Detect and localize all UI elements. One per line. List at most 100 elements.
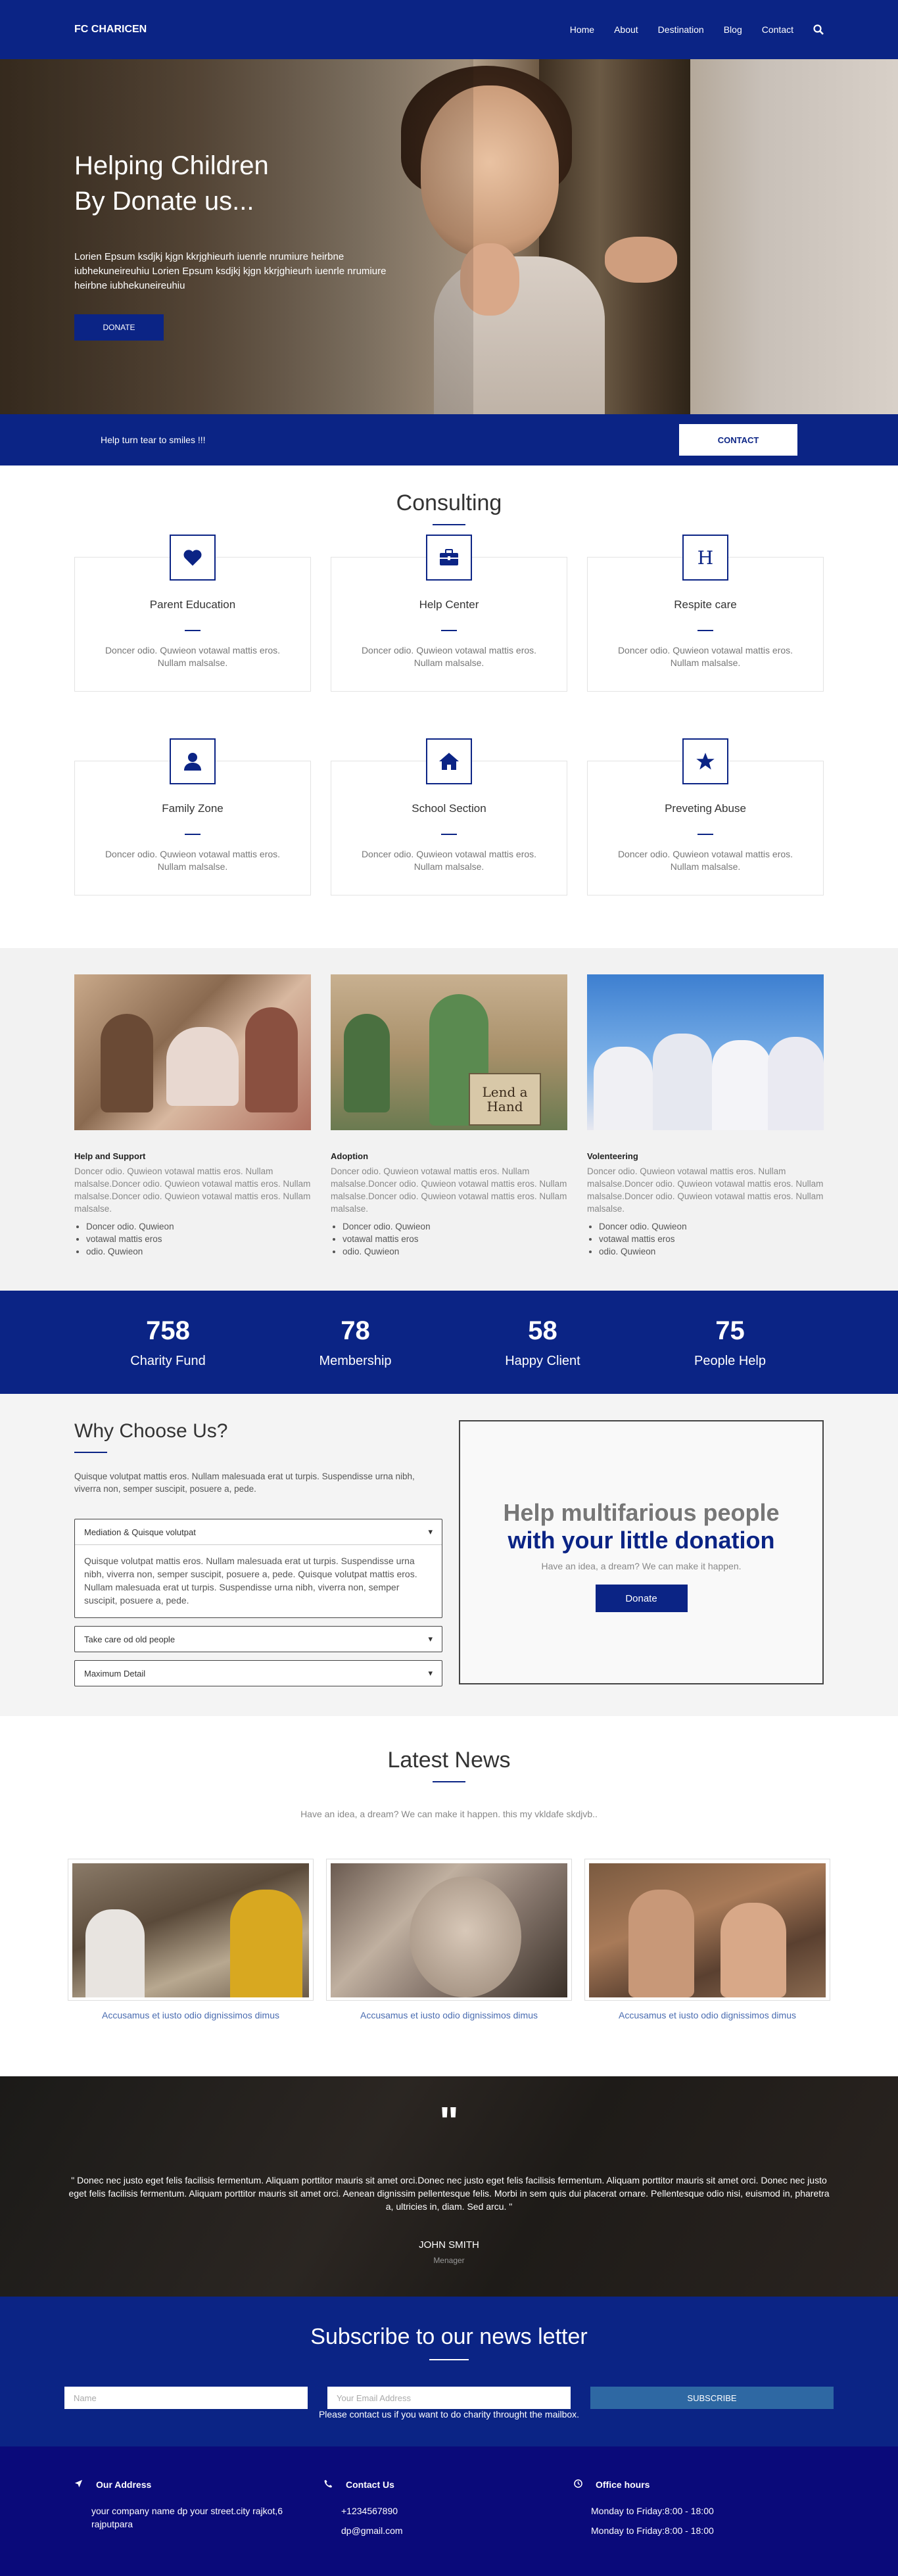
service-card-preveting-abuse[interactable]: Preveting Abuse Doncer odio. Quwieon vot…	[587, 738, 824, 895]
divider	[697, 630, 713, 631]
news-photo	[589, 1863, 826, 1997]
adoption-photo[interactable]: Lend a Hand	[331, 974, 567, 1130]
footer: Our Address your company name dp your st…	[0, 2446, 898, 2576]
hero-text: Lorien Epsum ksdjkj kjgn kkrjghieurh iue…	[74, 251, 387, 291]
news-card[interactable]	[584, 1859, 830, 2001]
main-menu: Home About Destination Blog Contact	[570, 24, 824, 35]
photo-figure	[101, 1014, 153, 1112]
sign-text: Lend a Hand	[482, 1084, 528, 1114]
service-text: Doncer odio. Quwieon votawal mattis eros…	[361, 645, 537, 668]
accordion-header[interactable]: Maximum Detail ▾	[75, 1661, 442, 1686]
title-underline	[433, 524, 465, 525]
program-text: Doncer odio. Quwieon votawal mattis eros…	[74, 1166, 311, 1214]
service-text: Doncer odio. Quwieon votawal mattis eros…	[105, 645, 281, 668]
service-card-family-zone[interactable]: Family Zone Doncer odio. Quwieon votawal…	[74, 738, 311, 895]
program-volenteering: Volenteering Doncer odio. Quwieon votawa…	[587, 974, 824, 1258]
news-item: Accusamus et iusto odio dignissimos dimu…	[326, 1859, 572, 2020]
news-caption-link[interactable]: Accusamus et iusto odio dignissimos dimu…	[68, 2010, 314, 2020]
program-help-and-support: Help and Support Doncer odio. Quwieon vo…	[74, 974, 311, 1258]
list-item: odio. Quwieon	[86, 1245, 311, 1258]
nav-home[interactable]: Home	[570, 24, 594, 35]
program-title: Volenteering	[587, 1151, 638, 1161]
email-address[interactable]: dp@gmail.com	[341, 2524, 574, 2537]
footer-contact: Contact Us +1234567890 dp@gmail.com	[324, 2479, 574, 2537]
news-card[interactable]	[326, 1859, 572, 2001]
why-title: Why Choose Us?	[74, 1420, 228, 1442]
service-card-help-center[interactable]: Help Center Doncer odio. Quwieon votawal…	[331, 535, 567, 692]
list-item: odio. Quwieon	[599, 1245, 824, 1258]
volunteering-photo[interactable]	[587, 974, 824, 1130]
service-title: Family Zone	[162, 802, 224, 815]
stat-value: 75	[715, 1316, 745, 1345]
service-title: Preveting Abuse	[665, 802, 746, 815]
help-support-photo[interactable]	[74, 974, 311, 1130]
name-input[interactable]: Name	[64, 2387, 308, 2409]
service-text: Doncer odio. Quwieon votawal mattis eros…	[361, 849, 537, 872]
stat-label: People Help	[694, 1353, 766, 1368]
nav-destination[interactable]: Destination	[658, 24, 704, 35]
donate-box-button[interactable]: Donate	[595, 1585, 688, 1612]
nav-contact[interactable]: Contact	[762, 24, 793, 35]
hero-banner: Helping Children By Donate us... Lorien E…	[0, 59, 898, 414]
service-title: Respite care	[674, 598, 737, 611]
search-icon[interactable]	[813, 24, 824, 35]
footer-hours: Office hours Monday to Friday:8:00 - 18:…	[574, 2479, 824, 2537]
hospital-h-icon: H	[682, 535, 728, 581]
program-title: Adoption	[331, 1151, 369, 1161]
accordion-header[interactable]: Mediation & Quisque volutpat ▾	[75, 1519, 442, 1544]
donate-button[interactable]: DONATE	[74, 314, 164, 341]
service-card-respite-care[interactable]: H Respite care Doncer odio. Quwieon vota…	[587, 535, 824, 692]
nav-about[interactable]: About	[614, 24, 638, 35]
program-text: Doncer odio. Quwieon votawal mattis eros…	[587, 1166, 824, 1214]
testimonial-role: Menager	[433, 2256, 465, 2265]
nav-blog[interactable]: Blog	[724, 24, 742, 35]
address-line: rajputpara	[91, 2519, 133, 2529]
cta-strip: Help turn tear to smiles !!! CONTACT	[0, 414, 898, 465]
photo-figure	[230, 1890, 302, 1997]
stat-label: Membership	[319, 1353, 392, 1368]
footer-heading: Our Address	[74, 2479, 324, 2490]
photo-figure	[768, 1037, 824, 1130]
stat-value: 58	[528, 1316, 557, 1345]
news-caption-link[interactable]: Accusamus et iusto odio dignissimos dimu…	[326, 2010, 572, 2020]
stat-membership: 78 Membership	[262, 1316, 449, 1369]
news-caption-link[interactable]: Accusamus et iusto odio dignissimos dimu…	[584, 2010, 830, 2020]
email-input[interactable]: Your Email Address	[327, 2387, 571, 2409]
caret-down-icon: ▾	[428, 1668, 433, 1678]
phone-number[interactable]: +1234567890	[341, 2504, 574, 2517]
program-list: Doncer odio. Quwieon votawal mattis eros…	[343, 1220, 567, 1258]
accordion-header[interactable]: Take care od old people ▾	[75, 1627, 442, 1652]
accordion-label: Maximum Detail	[84, 1668, 146, 1679]
subscribe-button[interactable]: SUBSCRIBE	[590, 2387, 834, 2409]
stat-people-help: 75 People Help	[636, 1316, 824, 1369]
briefcase-icon	[426, 535, 472, 581]
program-title: Help and Support	[74, 1151, 146, 1161]
testimonial-text: " Donec nec justo eget felis facilisis f…	[68, 2175, 830, 2212]
service-title: Help Center	[419, 598, 479, 611]
latest-news-section: Latest News Have an idea, a dream? We ca…	[0, 1716, 898, 2076]
photo-figure	[594, 1047, 653, 1130]
news-card[interactable]	[68, 1859, 314, 2001]
title-underline	[429, 2359, 469, 2360]
service-card-parent-education[interactable]: Parent Education Doncer odio. Quwieon vo…	[74, 535, 311, 692]
lend-a-hand-sign: Lend a Hand	[469, 1073, 541, 1126]
photo-figure	[85, 1909, 145, 1997]
why-choose-us-section: Why Choose Us? Quisque volutpat mattis e…	[0, 1394, 898, 1716]
stat-charity-fund: 758 Charity Fund	[74, 1316, 262, 1369]
service-text: Doncer odio. Quwieon votawal mattis eros…	[105, 849, 281, 872]
news-item: Accusamus et iusto odio dignissimos dimu…	[584, 1859, 830, 2020]
accordion-label: Mediation & Quisque volutpat	[84, 1527, 196, 1537]
service-text: Doncer odio. Quwieon votawal mattis eros…	[617, 849, 793, 872]
photo-figure	[410, 1876, 521, 1997]
photo-figure	[712, 1040, 771, 1130]
stat-value: 78	[341, 1316, 370, 1345]
divider	[441, 630, 457, 631]
program-list: Doncer odio. Quwieon votawal mattis eros…	[86, 1220, 311, 1258]
list-item: votawal mattis eros	[599, 1233, 824, 1245]
brand-logo[interactable]: FC CHARICEN	[74, 24, 147, 36]
service-card-school-section[interactable]: School Section Doncer odio. Quwieon vota…	[331, 738, 567, 895]
star-icon	[682, 738, 728, 784]
contact-button[interactable]: CONTACT	[679, 424, 797, 456]
divider	[185, 630, 201, 631]
cta-text: Help turn tear to smiles !!!	[101, 435, 206, 445]
